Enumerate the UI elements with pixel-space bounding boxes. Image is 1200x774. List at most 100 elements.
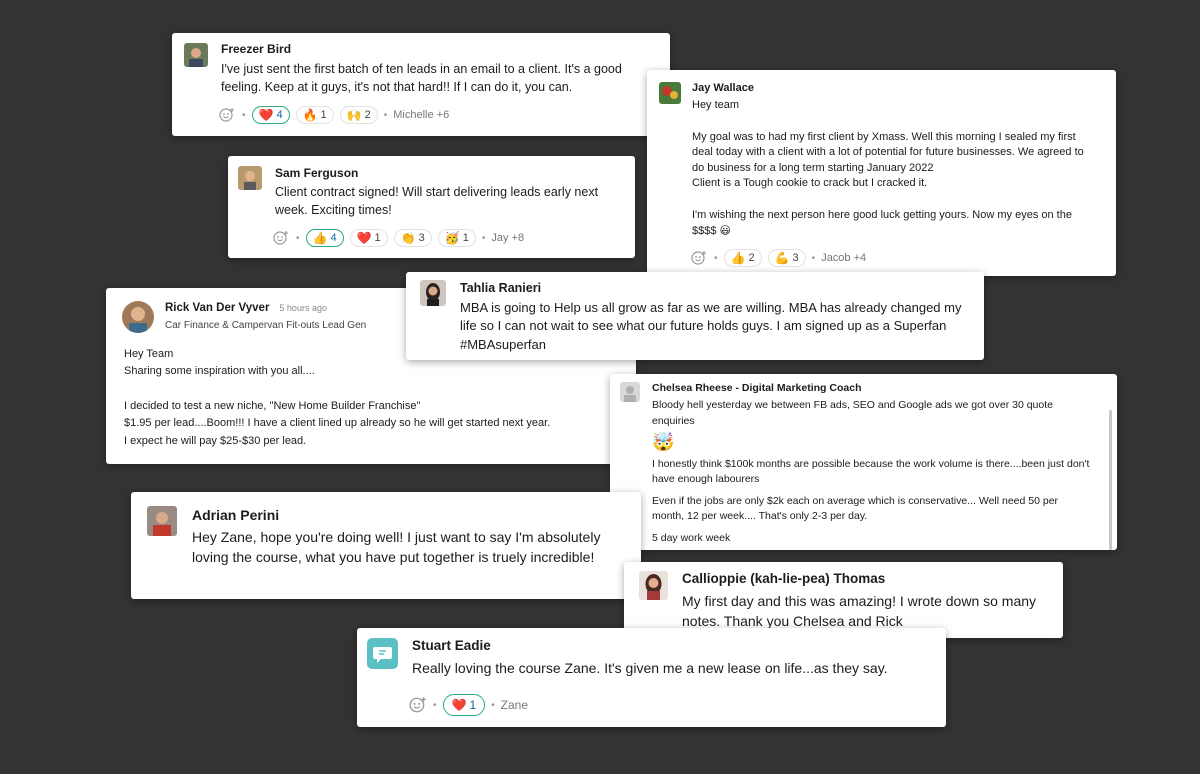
reaction-count: 1 <box>374 232 381 244</box>
reaction-count: 2 <box>364 109 371 121</box>
author-name[interactable]: Jay Wallace <box>692 82 754 94</box>
reaction-heart[interactable]: ❤️ 1 <box>442 694 486 716</box>
reactors-summary[interactable]: Jacob +4 <box>821 252 866 264</box>
thumbs-up-emoji: 👍 <box>730 251 746 265</box>
message-body: Bloody hell yesterday we between FB ads,… <box>652 398 1092 547</box>
separator-dot: • <box>433 699 437 711</box>
reaction-count: 4 <box>276 109 283 121</box>
reaction-count: 1 <box>469 698 477 712</box>
reaction-heart[interactable]: ❤️ 1 <box>349 229 388 247</box>
message-line: I'm wishing the next person here good lu… <box>692 209 1072 237</box>
author-name[interactable]: Adrian Perini <box>192 507 279 523</box>
avatar[interactable] <box>659 82 681 104</box>
message-line: Even if the jobs are only $2k each on av… <box>652 494 1059 523</box>
add-reaction-icon[interactable] <box>409 696 427 714</box>
reaction-count: 3 <box>792 252 799 264</box>
message-text: Client contract signed! Will start deliv… <box>275 185 599 217</box>
fire-emoji: 🔥 <box>302 108 318 122</box>
reaction-bar: • ❤️ 4 🔥 1 🙌 2 • Michelle +6 <box>218 106 449 124</box>
author-name[interactable]: Rick Van Der Vyver 5 hours ago <box>165 302 327 314</box>
message-line: I decided to test a new niche, "New Home… <box>124 399 421 412</box>
timestamp: 5 hours ago <box>279 303 327 313</box>
heart-emoji: ❤️ <box>451 698 467 712</box>
reaction-count: 3 <box>418 232 425 244</box>
reaction-thumbs-up[interactable]: 👍 2 <box>723 249 762 267</box>
message-body: Hey Team Sharing some inspiration with y… <box>124 346 636 450</box>
message-line: I honestly think $100k months are possib… <box>652 457 1090 486</box>
avatar[interactable] <box>620 382 640 402</box>
avatar[interactable] <box>367 638 398 669</box>
message-line: Client is a Tough cookie to crack but I … <box>692 177 928 190</box>
message-line: Sharing some inspiration with you all...… <box>124 365 315 378</box>
add-reaction-icon[interactable] <box>690 249 708 267</box>
reaction-count: 1 <box>320 109 327 121</box>
message-line: Bloody hell yesterday we between FB ads,… <box>652 399 1053 427</box>
author-name[interactable]: Stuart Eadie <box>412 638 491 653</box>
reaction-clap[interactable]: 👏 3 <box>393 229 432 247</box>
avatar[interactable] <box>238 166 262 190</box>
avatar[interactable] <box>420 280 446 306</box>
message-text: MBA is going to Help us all grow as far … <box>460 300 962 352</box>
message-body: Hey team My goal was to had my first cli… <box>692 98 1097 239</box>
clap-emoji: 👏 <box>400 231 416 245</box>
raised-hands-emoji: 🙌 <box>346 108 362 122</box>
reaction-heart[interactable]: ❤️ 4 <box>251 106 290 124</box>
author-name[interactable]: Callioppie (kah-lie-pea) Thomas <box>682 571 885 586</box>
heart-emoji: ❤️ <box>356 231 372 245</box>
author-name-text[interactable]: Rick Van Der Vyver <box>165 302 269 314</box>
avatar[interactable] <box>184 43 208 67</box>
author-name[interactable]: Freezer Bird <box>221 42 291 56</box>
message-card-freezer-bird: Freezer Bird I've just sent the first ba… <box>172 33 670 136</box>
reaction-flexed-bicep[interactable]: 💪 3 <box>767 249 806 267</box>
separator-dot: • <box>383 109 388 121</box>
message-line: 5 day work week <box>652 531 731 544</box>
separator-dot: • <box>296 232 300 244</box>
reaction-party[interactable]: 🥳 1 <box>437 229 476 247</box>
message-card-sam-ferguson: Sam Ferguson Client contract signed! Wil… <box>228 156 635 258</box>
avatar[interactable] <box>147 506 177 536</box>
message-card-adrian-perini: Adrian Perini Hey Zane, hope you're doin… <box>131 492 641 599</box>
separator-dot: • <box>481 232 486 244</box>
thumbs-up-emoji: 👍 <box>312 231 328 245</box>
reaction-thumbs-up[interactable]: 👍 4 <box>305 229 344 247</box>
avatar[interactable] <box>122 301 154 333</box>
message-line: Hey team <box>692 99 740 111</box>
reaction-raised-hands[interactable]: 🙌 2 <box>339 106 378 124</box>
party-face-emoji: 🥳 <box>444 231 460 245</box>
reaction-bar: • 👍 4 ❤️ 1 👏 3 🥳 1 • Jay +8 <box>272 229 524 247</box>
message-line: My goal was to had my first client by Xm… <box>692 130 1084 174</box>
message-card-tahlia-ranieri: Tahlia Ranieri MBA is going to Help us a… <box>406 272 984 360</box>
avatar[interactable] <box>639 571 668 600</box>
author-name[interactable]: Chelsea Rheese - Digital Marketing Coach <box>652 382 861 394</box>
reaction-count: 4 <box>330 232 337 244</box>
separator-dot: • <box>811 252 816 264</box>
reaction-bar: • ❤️ 1 • Zane <box>409 694 528 716</box>
add-reaction-icon[interactable] <box>218 106 236 124</box>
message-text: Really loving the course Zane. It's give… <box>412 660 888 676</box>
reaction-count: 1 <box>462 232 469 244</box>
author-name[interactable]: Sam Ferguson <box>275 166 358 180</box>
message-card-jay-wallace: Jay Wallace Hey team My goal was to had … <box>647 70 1116 276</box>
reaction-bar: • 👍 2 💪 3 • Jacob +4 <box>690 249 866 267</box>
reactors-summary[interactable]: Jay +8 <box>491 232 524 244</box>
reactors-summary[interactable]: Zane <box>501 698 528 712</box>
separator-dot: • <box>242 109 246 121</box>
flexed-bicep-emoji: 💪 <box>774 251 790 265</box>
reactors-summary[interactable]: Michelle +6 <box>393 109 449 121</box>
message-card-chelsea-rheese: Chelsea Rheese - Digital Marketing Coach… <box>610 374 1117 550</box>
add-reaction-icon[interactable] <box>272 229 290 247</box>
scrollbar[interactable] <box>1109 410 1112 550</box>
message-card-stuart-eadie: Stuart Eadie Really loving the course Za… <box>357 628 946 727</box>
heart-emoji: ❤️ <box>258 108 274 122</box>
message-text: I've just sent the first batch of ten le… <box>221 62 622 94</box>
exploding-head-emoji: 🤯 <box>652 432 675 453</box>
message-text: My first day and this was amazing! I wro… <box>682 593 1037 629</box>
message-card-callioppie-thomas: Callioppie (kah-lie-pea) Thomas My first… <box>624 562 1063 638</box>
reaction-fire[interactable]: 🔥 1 <box>295 106 334 124</box>
message-text: Hey Zane, hope you're doing well! I just… <box>192 529 601 565</box>
separator-dot: • <box>714 252 718 264</box>
message-line: $1.95 per lead....Boom!!! I have a clien… <box>124 417 551 430</box>
author-name[interactable]: Tahlia Ranieri <box>460 281 541 295</box>
message-line: I expect he will pay $25-$30 per lead. <box>124 434 307 447</box>
author-subtitle: Car Finance & Campervan Fit-outs Lead Ge… <box>165 320 367 331</box>
